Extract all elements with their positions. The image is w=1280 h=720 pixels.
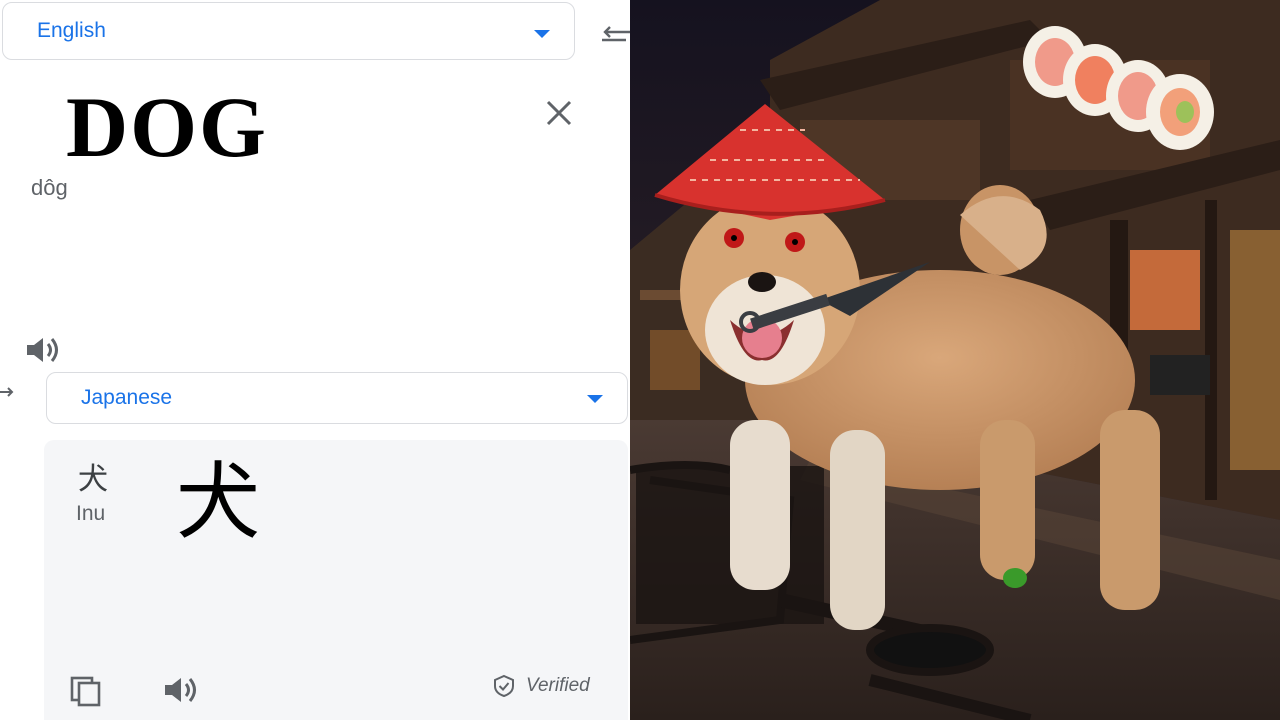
swap-icon[interactable]: [600, 20, 630, 48]
translated-text: 犬: [176, 455, 261, 549]
translation-result: 犬 Inu 犬 Verified: [44, 440, 628, 720]
chevron-down-icon: [534, 30, 550, 38]
verified-badge[interactable]: Verified: [492, 674, 590, 698]
speaker-icon[interactable]: [162, 674, 202, 706]
chevron-down-icon: [587, 395, 603, 403]
target-small-text: 犬: [78, 463, 108, 496]
clear-icon[interactable]: [542, 96, 576, 130]
copy-icon[interactable]: [68, 674, 106, 708]
street-scene-image: [630, 0, 1280, 720]
verified-label: Verified: [526, 675, 590, 696]
source-transliteration: dôg: [31, 175, 68, 200]
target-language-label: Japanese: [81, 386, 173, 409]
source-text[interactable]: DOG: [66, 84, 268, 170]
target-transliteration: Inu: [76, 502, 106, 525]
verified-shield-icon: [494, 674, 514, 698]
source-language-label: English: [37, 19, 106, 42]
target-language-select[interactable]: Japanese: [46, 372, 628, 424]
translate-panel: English DOG dôg Japanese 犬 Inu 犬 Verifie…: [0, 0, 630, 720]
speaker-icon[interactable]: [24, 334, 64, 366]
source-language-select[interactable]: English: [2, 2, 575, 60]
arrow-right-icon: [0, 387, 14, 397]
